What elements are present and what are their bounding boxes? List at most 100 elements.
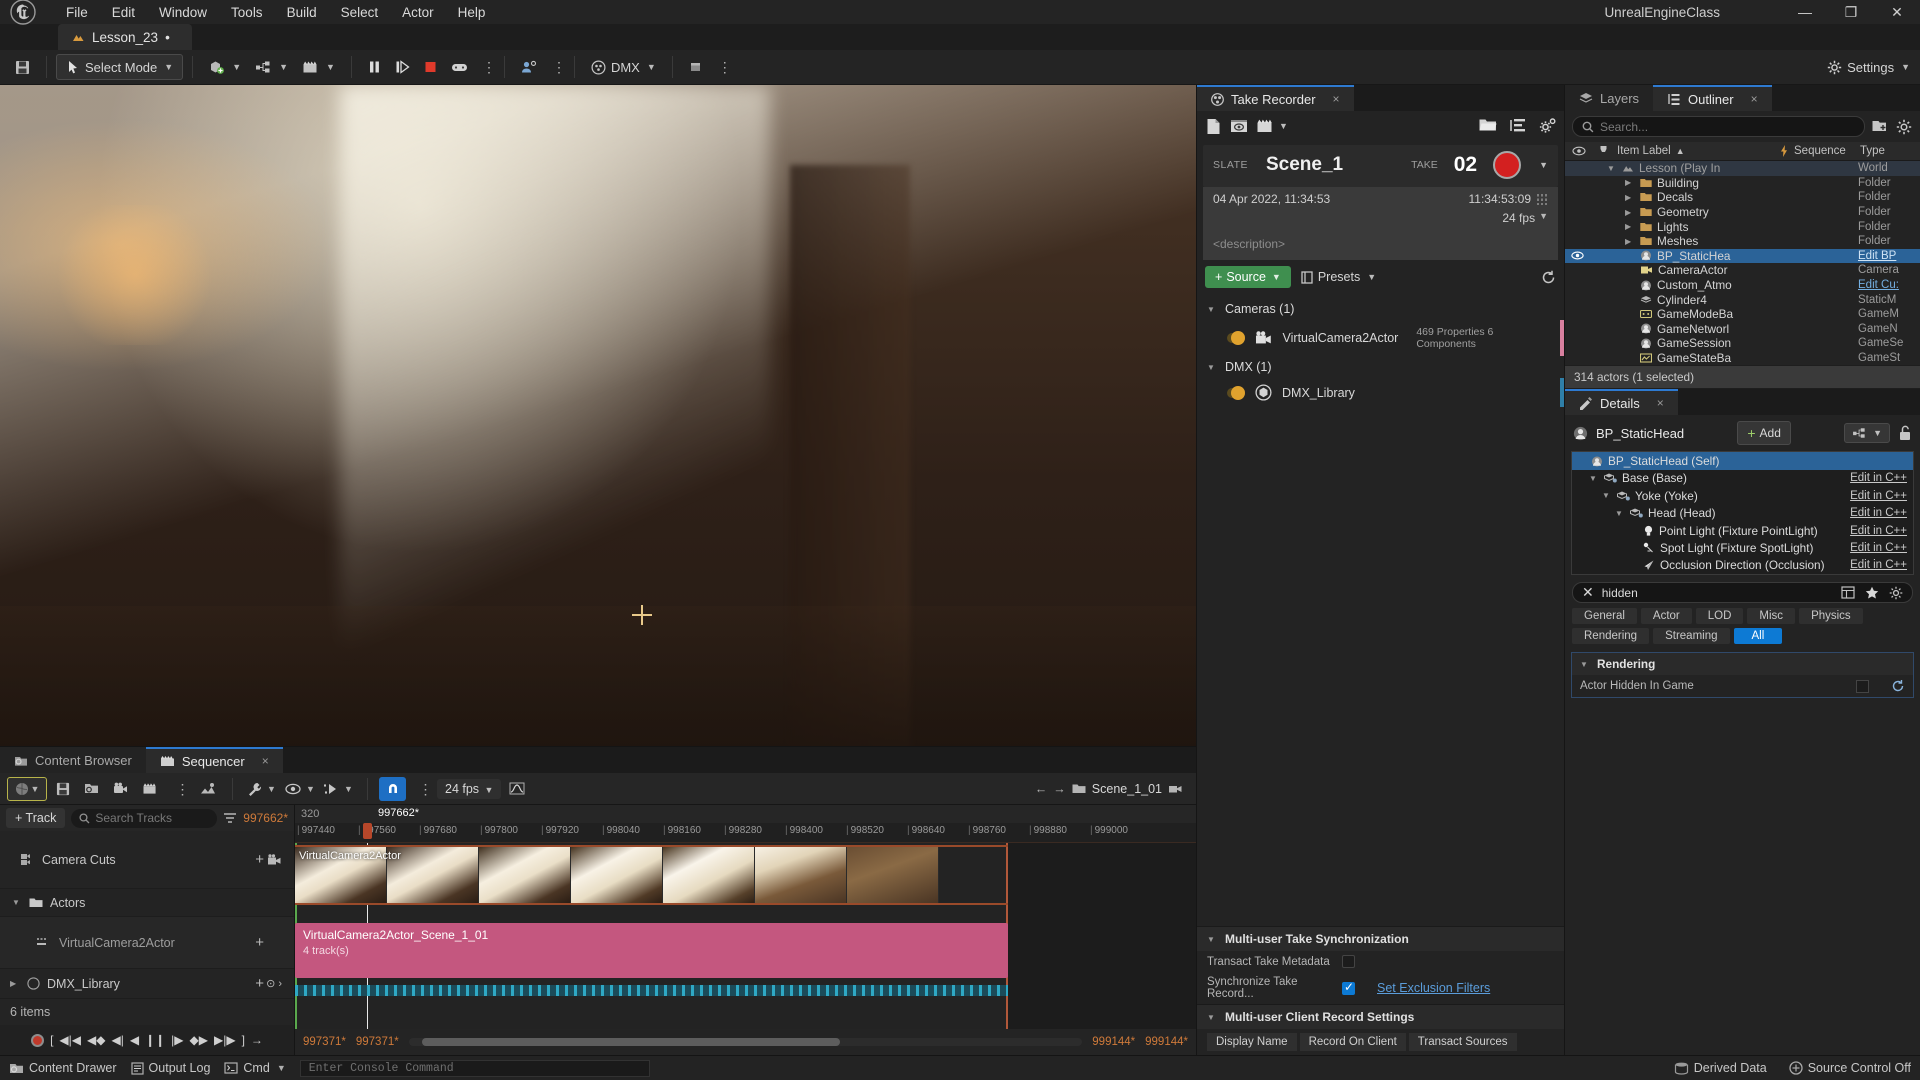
dmx-button[interactable]: DMX ▼ <box>584 54 663 80</box>
sequence-column[interactable]: Sequence <box>1780 145 1860 157</box>
subsequence-track[interactable]: VirtualCamera2Actor_Scene_1_01 4 track(s… <box>295 923 1008 978</box>
expander-icon[interactable]: ▼ <box>1207 305 1217 314</box>
record-icon[interactable] <box>31 1033 45 1047</box>
nav-forward-button[interactable]: → <box>1053 782 1066 796</box>
pause-button[interactable] <box>361 54 388 80</box>
chevron-down-icon[interactable]: ▼ <box>1539 160 1548 170</box>
menu-build[interactable]: Build <box>275 2 329 23</box>
fps-dropdown[interactable]: 24 fps ▼ <box>437 778 502 799</box>
unlock-icon[interactable] <box>1898 425 1912 441</box>
outliner-row-gamenetworl[interactable]: GameNetworl GameN <box>1565 322 1920 337</box>
source-item-virtualcamera2actor[interactable]: VirtualCamera2Actor 469 Properties 6 Com… <box>1197 320 1564 356</box>
expander-icon[interactable]: ▼ <box>1589 474 1599 483</box>
seq-save-as-button[interactable] <box>78 777 105 801</box>
outliner-row-decals[interactable]: ▶ Decals Folder <box>1565 190 1920 205</box>
tab-sequencer[interactable]: Sequencer × <box>145 747 283 773</box>
range-start-2[interactable]: 997371* <box>356 1036 399 1048</box>
outliner-row-lesson-play-in[interactable]: ▼ Lesson (Play In World <box>1565 161 1920 176</box>
source-control-button[interactable]: Source Control Off <box>1789 1061 1911 1075</box>
jump-start-icon[interactable]: ◀|◀ <box>59 1033 81 1047</box>
column-view-icon[interactable] <box>1841 586 1855 599</box>
source-enabled-toggle[interactable] <box>1227 385 1245 400</box>
save-button[interactable] <box>8 54 37 80</box>
next-key-icon[interactable]: ◆▶ <box>190 1033 208 1047</box>
track-camera-cuts[interactable]: Camera Cuts + <box>0 831 294 889</box>
revert-icon[interactable] <box>1891 679 1905 693</box>
menu-help[interactable]: Help <box>446 2 498 23</box>
settings-button[interactable]: Settings ▼ <box>1827 60 1910 75</box>
snap-more-options[interactable]: ⋮ <box>408 777 435 801</box>
filter-general[interactable]: General <box>1572 608 1637 625</box>
timeline-ruler[interactable]: 997440 997560 997680 997800 997920 99804… <box>295 823 1196 843</box>
multi-user-button[interactable] <box>514 54 545 80</box>
camera-icon[interactable] <box>267 853 282 866</box>
add-component-button[interactable]: + Add <box>1737 421 1791 446</box>
add-dmx-track-button[interactable]: + <box>255 975 264 992</box>
menu-file[interactable]: File <box>54 2 100 23</box>
menu-edit[interactable]: Edit <box>100 2 147 23</box>
tab-take-recorder[interactable]: Take Recorder × <box>1197 85 1354 111</box>
presets-button[interactable]: Presets ▼ <box>1301 270 1376 284</box>
outliner-row-custom-atmo[interactable]: Custom_Atmo Edit Cu: <box>1565 278 1920 293</box>
multiuser-client-header[interactable]: ▼ Multi-user Client Record Settings <box>1197 1004 1564 1029</box>
multiuser-sync-header[interactable]: ▼ Multi-user Take Synchronization <box>1197 926 1564 951</box>
pause-icon[interactable]: ❙❙ <box>145 1033 165 1047</box>
filter-streaming[interactable]: Streaming <box>1653 628 1730 645</box>
filter-lod[interactable]: LOD <box>1695 608 1744 625</box>
source-enabled-toggle[interactable] <box>1227 331 1245 345</box>
close-icon[interactable]: × <box>1657 396 1664 410</box>
filter-physics[interactable]: Physics <box>1799 608 1863 625</box>
close-icon[interactable]: ✕ <box>1874 0 1920 24</box>
open-folder-icon[interactable] <box>1479 118 1497 132</box>
multi-user-more[interactable]: ⋮ <box>545 54 566 80</box>
expander-icon[interactable]: ▶ <box>10 979 20 988</box>
sequence-list-icon[interactable] <box>1509 118 1526 133</box>
visibility-button[interactable]: ▼ <box>282 777 318 801</box>
record-button[interactable] <box>1493 151 1522 179</box>
filter-icon[interactable] <box>223 812 237 824</box>
expander-icon[interactable]: ▼ <box>1580 660 1590 669</box>
add-track-to-actor-button[interactable]: + <box>255 934 264 951</box>
sequencer-timeline[interactable]: 320 997440 997560 997680 997800 997920 9… <box>295 805 1196 1055</box>
outliner-search-input[interactable]: Search... <box>1572 116 1865 137</box>
details-search-input[interactable]: ✕ hidden <box>1572 582 1913 604</box>
snap-magnet-button[interactable] <box>379 776 406 801</box>
track-group-actors[interactable]: ▼ Actors <box>0 889 294 917</box>
component-row-occlusion-direction-occlusion-[interactable]: Occlusion Direction (Occlusion) Edit in C… <box>1572 557 1913 574</box>
view-options-gear-icon[interactable] <box>1889 586 1903 600</box>
search-tracks-input[interactable]: Search Tracks <box>71 808 218 828</box>
outliner-row-gamestateba[interactable]: GameStateBa GameSt <box>1565 351 1920 366</box>
step-back-icon[interactable]: ◀| <box>111 1033 123 1047</box>
minimize-icon[interactable]: — <box>1782 0 1828 24</box>
expander-icon[interactable]: ▶ <box>1625 208 1635 217</box>
create-camera-button[interactable] <box>107 777 134 801</box>
outliner-type-cell[interactable]: Edit BP <box>1858 250 1920 262</box>
seq-save-button[interactable] <box>49 777 76 801</box>
select-mode-dropdown[interactable]: Select Mode ▼ <box>56 54 184 80</box>
filter-all[interactable]: All <box>1733 628 1783 645</box>
level-viewport[interactable] <box>0 85 1196 746</box>
filter-misc[interactable]: Misc <box>1747 608 1796 625</box>
column-record-on-client[interactable]: Record On Client <box>1299 1033 1406 1051</box>
new-take-icon[interactable] <box>1205 118 1222 135</box>
curve-editor-button[interactable] <box>503 777 530 801</box>
clear-x-icon[interactable]: ✕ <box>1582 584 1594 601</box>
expander-icon[interactable]: ▶ <box>1625 178 1635 187</box>
blueprint-dropdown-button[interactable]: ▼ <box>1844 423 1890 444</box>
derived-data-button[interactable]: Derived Data <box>1674 1061 1767 1075</box>
blueprints-button[interactable]: ▼ <box>248 54 295 80</box>
play-icon[interactable]: |▶ <box>171 1033 183 1047</box>
component-row-yoke-yoke-[interactable]: ▼ Yoke (Yoke) Edit in C++ <box>1572 487 1913 504</box>
range-start[interactable]: 997371* <box>303 1036 346 1048</box>
tab-content-browser[interactable]: Content Browser <box>0 747 146 773</box>
category-header[interactable]: ▼ Rendering <box>1572 653 1913 676</box>
outliner-row-geometry[interactable]: ▶ Geometry Folder <box>1565 205 1920 220</box>
range-end[interactable]: 999144* <box>1092 1036 1135 1048</box>
expander-icon[interactable]: ▼ <box>12 898 22 907</box>
expander-icon[interactable]: ▼ <box>1207 1013 1217 1022</box>
source-group-header-dmx[interactable]: ▼ DMX (1) <box>1197 356 1564 378</box>
frame-advance-button[interactable] <box>388 54 417 80</box>
set-exclusion-filters-link[interactable]: Set Exclusion Filters <box>1377 981 1490 995</box>
stop-button[interactable] <box>417 54 444 80</box>
outliner-settings-gear-icon[interactable] <box>1896 119 1912 135</box>
